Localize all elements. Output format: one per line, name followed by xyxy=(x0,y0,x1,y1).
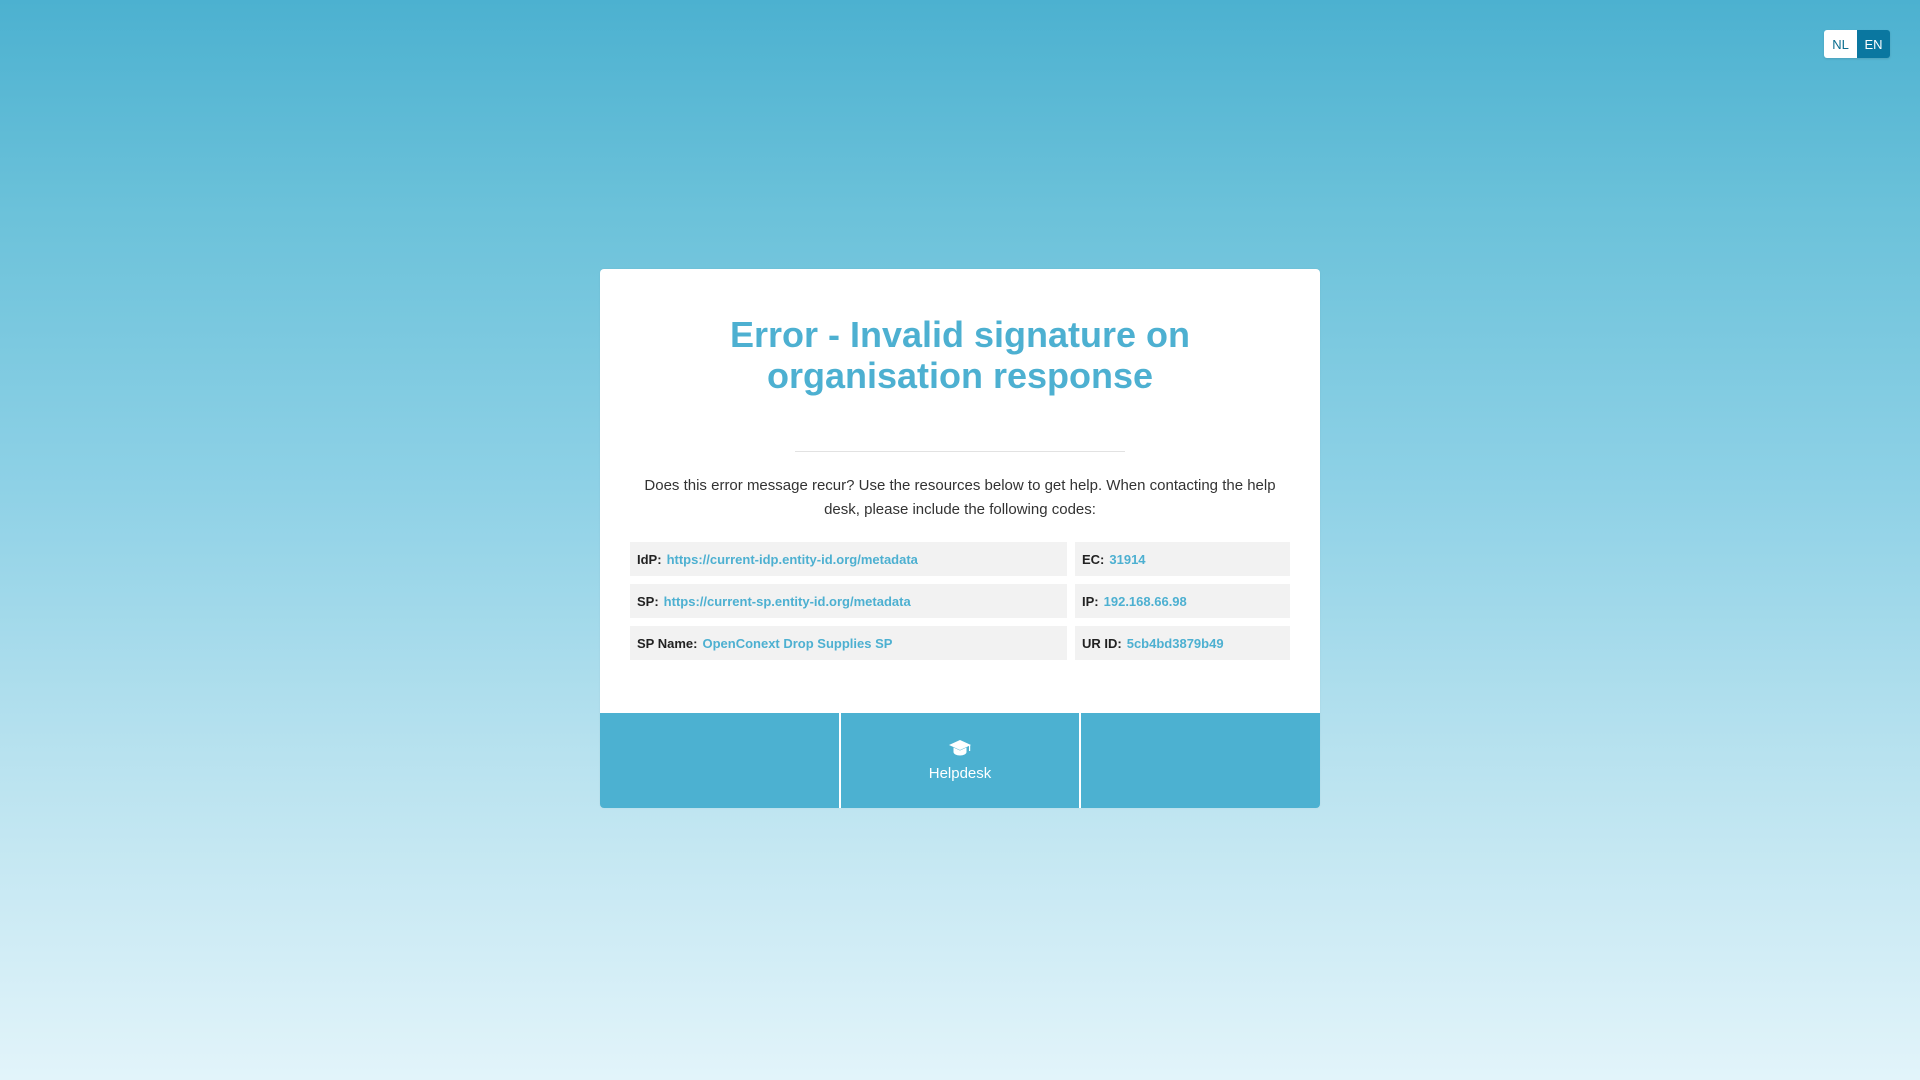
code-sp: SP: https://current-sp.entity-id.org/met… xyxy=(630,584,1067,618)
helpdesk-button[interactable]: Helpdesk xyxy=(838,713,1080,808)
code-ip: IP: 192.168.66.98 xyxy=(1075,584,1290,618)
footer-empty-left xyxy=(600,713,839,808)
error-title: Error - Invalid signature on organisatio… xyxy=(729,314,1191,396)
divider xyxy=(795,451,1125,452)
code-sp-name-value: OpenConext Drop Supplies SP xyxy=(702,635,893,651)
graduation-cap-icon xyxy=(949,740,971,756)
code-idp-value: https://current-idp.entity-id.org/metada… xyxy=(666,551,918,567)
error-codes-grid: IdP: https://current-idp.entity-id.org/m… xyxy=(630,542,1290,660)
code-ur-id-label: UR ID: xyxy=(1082,635,1122,651)
code-sp-name-label: SP Name: xyxy=(637,635,698,651)
language-en-button[interactable]: EN xyxy=(1857,30,1890,58)
language-switch: NL EN xyxy=(1824,30,1890,58)
code-sp-value: https://current-sp.entity-id.org/metadat… xyxy=(663,593,911,609)
language-nl-button[interactable]: NL xyxy=(1824,30,1857,58)
code-ur-id-value: 5cb4bd3879b49 xyxy=(1126,635,1224,651)
error-card-footer: Helpdesk xyxy=(600,713,1320,808)
code-sp-label: SP: xyxy=(637,593,659,609)
code-ec: EC: 31914 xyxy=(1075,542,1290,576)
footer-empty-right xyxy=(1079,713,1320,808)
code-sp-name: SP Name: OpenConext Drop Supplies SP xyxy=(630,626,1067,660)
code-idp: IdP: https://current-idp.entity-id.org/m… xyxy=(630,542,1067,576)
code-idp-label: IdP: xyxy=(637,551,662,567)
code-ec-value: 31914 xyxy=(1109,551,1146,567)
code-ur-id: UR ID: 5cb4bd3879b49 xyxy=(1075,626,1290,660)
helpdesk-label: Helpdesk xyxy=(928,765,992,782)
error-card-body: Error - Invalid signature on organisatio… xyxy=(600,269,1320,713)
error-card: Error - Invalid signature on organisatio… xyxy=(600,269,1320,808)
error-intro-text: Does this error message recur? Use the r… xyxy=(644,477,1276,518)
code-ec-label: EC: xyxy=(1082,551,1105,567)
code-ip-value: 192.168.66.98 xyxy=(1103,593,1187,609)
code-ip-label: IP: xyxy=(1082,593,1099,609)
